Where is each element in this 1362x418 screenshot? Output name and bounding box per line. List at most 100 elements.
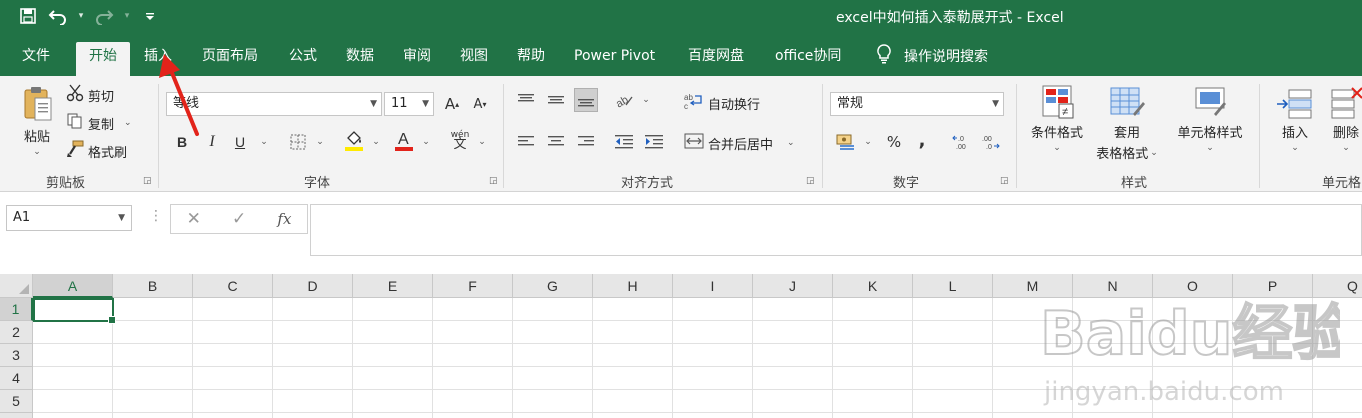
tab-office-collab[interactable]: office协同 (765, 42, 851, 76)
cell-l4[interactable] (913, 367, 993, 390)
align-center-icon[interactable] (544, 130, 568, 154)
cell-e5[interactable] (353, 390, 433, 413)
cell-j1[interactable] (753, 298, 833, 321)
cell-j6[interactable] (753, 413, 833, 418)
orientation-dropdown-icon[interactable]: ⌄ (634, 88, 658, 112)
cell-a4[interactable] (33, 367, 113, 390)
cell-d4[interactable] (273, 367, 353, 390)
cell-h2[interactable] (593, 321, 673, 344)
font-color-dropdown-icon[interactable]: ⌄ (414, 130, 438, 154)
cell-h4[interactable] (593, 367, 673, 390)
cell-d3[interactable] (273, 344, 353, 367)
column-header-c[interactable]: C (193, 274, 273, 298)
cell-i4[interactable] (673, 367, 753, 390)
cell-l1[interactable] (913, 298, 993, 321)
cell-f6[interactable] (433, 413, 513, 418)
phonetic-dropdown-icon[interactable]: ⌄ (470, 130, 494, 154)
cell-c4[interactable] (193, 367, 273, 390)
font-launcher-icon[interactable]: ◲ (489, 176, 499, 186)
cell-k4[interactable] (833, 367, 913, 390)
cell-e1[interactable] (353, 298, 433, 321)
cell-g3[interactable] (513, 344, 593, 367)
undo-icon[interactable] (46, 5, 70, 27)
cell-h6[interactable] (593, 413, 673, 418)
format-table-dropdown-icon[interactable]: ⌄ (1150, 148, 1158, 158)
cell-g1[interactable] (513, 298, 593, 321)
delete-cells-button[interactable]: 删除 ⌄ (1326, 84, 1362, 153)
number-launcher-icon[interactable]: ◲ (1000, 176, 1010, 186)
row-header-6[interactable]: 6 (0, 413, 33, 418)
comma-style-button[interactable]: , (910, 128, 934, 152)
fill-color-dropdown-icon[interactable]: ⌄ (364, 130, 388, 154)
tab-view[interactable]: 视图 (450, 42, 498, 76)
decrease-decimal-icon[interactable]: .00.0 (978, 130, 1002, 154)
cell-l3[interactable] (913, 344, 993, 367)
name-box[interactable]: A1 ▼ (6, 205, 132, 231)
borders-icon[interactable] (286, 130, 310, 154)
tab-help[interactable]: 帮助 (507, 42, 555, 76)
underline-dropdown-icon[interactable]: ⌄ (252, 130, 276, 154)
cell-k1[interactable] (833, 298, 913, 321)
clipboard-launcher-icon[interactable]: ◲ (143, 176, 153, 186)
tab-review[interactable]: 审阅 (393, 42, 441, 76)
tab-power-pivot[interactable]: Power Pivot (564, 42, 665, 76)
increase-font-size-icon[interactable]: A ▴ (440, 92, 464, 116)
tab-formulas[interactable]: 公式 (279, 42, 327, 76)
cell-k6[interactable] (833, 413, 913, 418)
cell-b4[interactable] (113, 367, 193, 390)
cell-c3[interactable] (193, 344, 273, 367)
delete-cells-dropdown-icon[interactable]: ⌄ (1342, 143, 1350, 153)
cell-a2[interactable] (33, 321, 113, 344)
cell-p6[interactable] (1233, 413, 1313, 418)
format-as-table-button[interactable]: 套用 表格格式 ⌄ (1092, 84, 1162, 162)
cell-styles-dropdown-icon[interactable]: ⌄ (1206, 143, 1214, 153)
cell-j4[interactable] (753, 367, 833, 390)
cell-b5[interactable] (113, 390, 193, 413)
copy-button[interactable]: 复制 ⌄ (66, 112, 132, 134)
cell-h1[interactable] (593, 298, 673, 321)
tab-home[interactable]: 开始 (76, 42, 130, 76)
column-header-d[interactable]: D (273, 274, 353, 298)
tab-baidu-netdisk[interactable]: 百度网盘 (678, 42, 754, 76)
cell-f3[interactable] (433, 344, 513, 367)
cell-k5[interactable] (833, 390, 913, 413)
cell-i2[interactable] (673, 321, 753, 344)
format-painter-button[interactable]: 格式刷 (66, 140, 127, 162)
font-size-select[interactable]: 11 ▼ (384, 92, 434, 116)
cell-n6[interactable] (1073, 413, 1153, 418)
cell-f4[interactable] (433, 367, 513, 390)
select-all-button[interactable] (0, 274, 33, 298)
wrap-text-button[interactable]: ab c 自动换行 (684, 92, 760, 114)
paste-dropdown-icon[interactable]: ⌄ (33, 147, 41, 157)
cell-o6[interactable] (1153, 413, 1233, 418)
cell-f1[interactable] (433, 298, 513, 321)
conditional-dropdown-icon[interactable]: ⌄ (1053, 143, 1061, 153)
decrease-indent-icon[interactable] (612, 130, 636, 154)
cell-a5[interactable] (33, 390, 113, 413)
cell-i6[interactable] (673, 413, 753, 418)
active-cell-outline[interactable] (33, 298, 116, 324)
customize-qat-icon[interactable] (138, 5, 162, 27)
orientation-icon[interactable]: ab (612, 88, 636, 112)
cell-d5[interactable] (273, 390, 353, 413)
row-header-3[interactable]: 3 (0, 344, 33, 367)
formula-input[interactable] (310, 204, 1362, 256)
cell-d6[interactable] (273, 413, 353, 418)
align-right-icon[interactable] (574, 130, 598, 154)
enter-icon[interactable]: ✓ (232, 209, 246, 229)
column-header-f[interactable]: F (433, 274, 513, 298)
accounting-dropdown-icon[interactable]: ⌄ (856, 130, 880, 154)
font-color-icon[interactable]: A (392, 128, 416, 152)
cell-g5[interactable] (513, 390, 593, 413)
align-left-icon[interactable] (514, 130, 538, 154)
cell-b6[interactable] (113, 413, 193, 418)
cell-c6[interactable] (193, 413, 273, 418)
align-top-icon[interactable] (514, 88, 538, 112)
alignment-launcher-icon[interactable]: ◲ (806, 176, 816, 186)
column-header-g[interactable]: G (513, 274, 593, 298)
insert-cells-button[interactable]: 插入 ⌄ (1270, 84, 1320, 153)
tab-file[interactable]: 文件 (12, 42, 60, 76)
tell-me-search[interactable]: 操作说明搜索 (876, 42, 988, 70)
number-format-select[interactable]: 常规 ▼ (830, 92, 1004, 116)
cell-f2[interactable] (433, 321, 513, 344)
